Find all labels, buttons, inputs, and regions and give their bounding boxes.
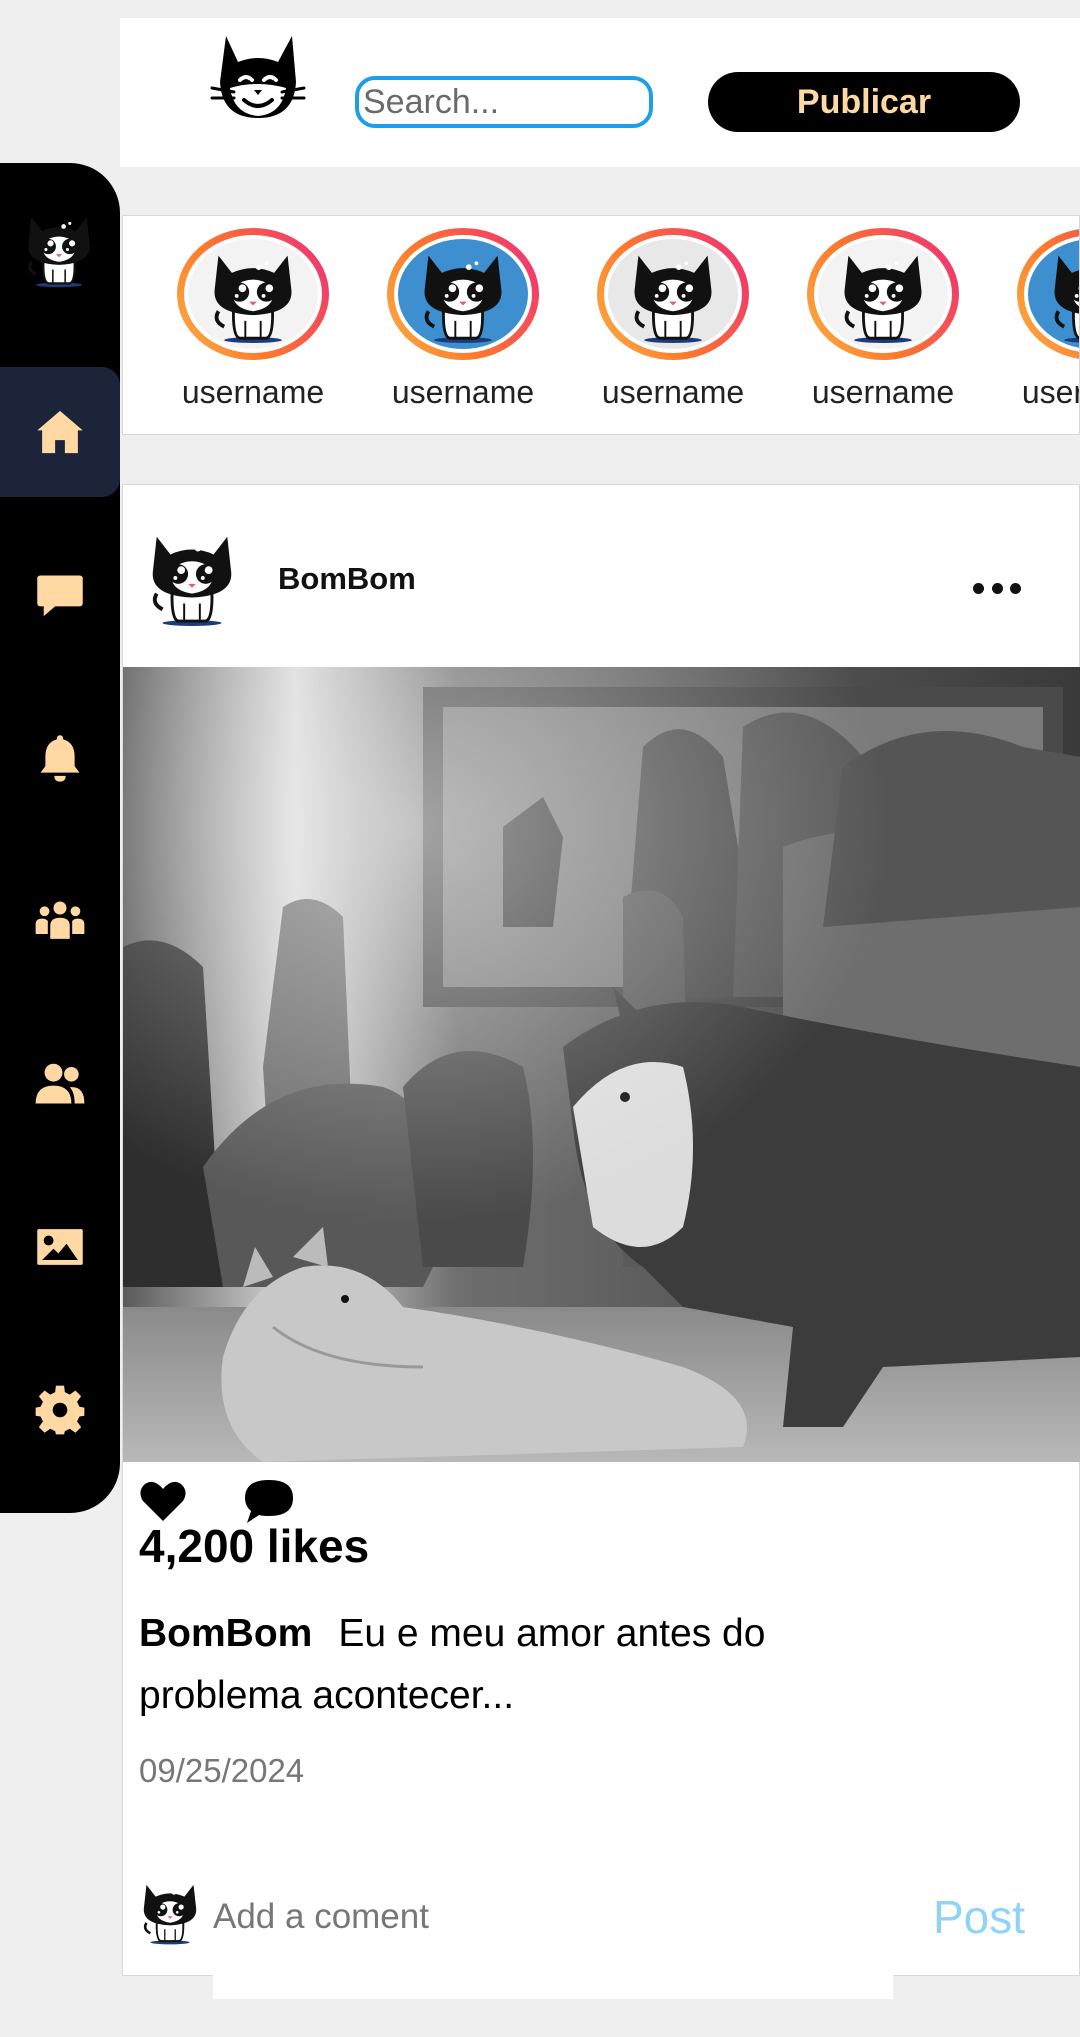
likes-count: 4,200 likes [139, 1520, 370, 1572]
heart-icon[interactable] [139, 1479, 187, 1523]
cat-story-avatar-icon [835, 244, 931, 344]
sidebar-item-messages[interactable] [0, 530, 120, 660]
post-image[interactable] [123, 667, 1080, 1462]
post-username[interactable]: BomBom [278, 561, 416, 597]
sidebar-item-gallery[interactable] [0, 1182, 120, 1312]
gear-icon [35, 1385, 85, 1435]
cat-story-avatar-icon [205, 244, 301, 344]
sidebar-item-home[interactable] [0, 367, 120, 497]
story-item[interactable]: username [788, 228, 978, 411]
post-card: BomBom 4,200 likes BomBom Eu e meu amor … [122, 484, 1080, 1999]
post-comment-button[interactable]: Post [933, 1890, 1025, 1944]
cat-avatar-icon[interactable] [20, 208, 98, 288]
post-date: 09/25/2024 [139, 1752, 305, 1789]
bell-icon [40, 735, 80, 782]
home-icon [37, 410, 83, 454]
sidebar-item-friends[interactable] [0, 1019, 120, 1149]
image-icon [37, 1229, 83, 1265]
cat-story-avatar-icon [415, 244, 511, 344]
story-item[interactable]: username [368, 228, 558, 411]
chat-bubble-icon [37, 575, 83, 617]
story-item[interactable]: username [158, 228, 348, 411]
story-username: username [811, 374, 955, 410]
comment-input[interactable] [213, 1877, 893, 1999]
sidebar-item-notifications[interactable] [0, 693, 120, 823]
post-caption: BomBom Eu e meu amor antes do problema ac… [139, 1603, 899, 1727]
caption-username[interactable]: BomBom [139, 1612, 312, 1655]
more-options-icon[interactable] [973, 583, 1021, 597]
story-username: username [601, 374, 745, 410]
cat-story-avatar-icon [625, 244, 721, 344]
comment-icon[interactable] [243, 1477, 295, 1525]
top-header: Publicar [120, 18, 1080, 167]
commenter-avatar [137, 1877, 203, 1945]
search-input[interactable] [355, 76, 653, 128]
cat-face-logo-icon[interactable] [208, 28, 308, 128]
sidebar-item-groups[interactable] [0, 856, 120, 986]
story-username: username [1021, 374, 1080, 410]
publish-button[interactable]: Publicar [708, 72, 1020, 132]
story-item[interactable]: username [998, 228, 1080, 411]
cat-story-avatar-icon [1045, 244, 1080, 344]
stories-bar: username username username username user… [122, 215, 1080, 435]
story-username: username [391, 374, 535, 410]
groups-icon [35, 901, 85, 939]
friends-icon [35, 1063, 85, 1104]
story-item[interactable]: username [578, 228, 768, 411]
sidebar-item-settings[interactable] [0, 1345, 120, 1475]
story-username: username [181, 374, 325, 410]
post-author-avatar[interactable] [143, 525, 241, 627]
sidebar [0, 163, 120, 1513]
